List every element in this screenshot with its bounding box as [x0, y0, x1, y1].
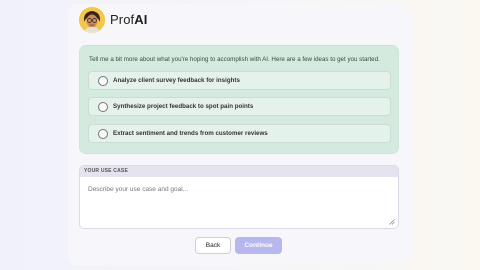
brand-name: ProfAI	[110, 12, 147, 27]
idea-option-1[interactable]: Analyze client survey feedback for insig…	[88, 71, 391, 90]
resize-handle-icon[interactable]	[389, 219, 395, 225]
idea-option-3[interactable]: Extract sentiment and trends from custom…	[88, 124, 391, 143]
ideas-intro-text: Tell me a bit more about what you're hop…	[89, 56, 380, 63]
ideas-panel: Tell me a bit more about what you're hop…	[79, 45, 399, 154]
radio-icon[interactable]	[98, 129, 108, 139]
continue-button[interactable]: Continue	[235, 237, 282, 254]
idea-option-label: Synthesize project feedback to spot pain…	[113, 103, 254, 110]
use-case-heading: YOUR USE CASE	[80, 166, 398, 177]
use-case-textarea[interactable]: Describe your use case and goal...	[88, 186, 188, 193]
idea-option-label: Extract sentiment and trends from custom…	[113, 130, 268, 137]
brand-name-prefix: Prof	[110, 12, 135, 27]
radio-icon[interactable]	[98, 102, 108, 112]
radio-icon[interactable]	[98, 76, 108, 86]
brand-name-suffix: AI	[134, 12, 148, 27]
idea-option-label: Analyze client survey feedback for insig…	[113, 77, 240, 84]
avatar-illustration-icon	[79, 7, 105, 33]
use-case-box: YOUR USE CASE Describe your use case and…	[79, 165, 399, 229]
idea-option-2[interactable]: Synthesize project feedback to spot pain…	[88, 97, 391, 116]
back-button[interactable]: Back	[195, 237, 231, 254]
avatar	[79, 7, 105, 33]
